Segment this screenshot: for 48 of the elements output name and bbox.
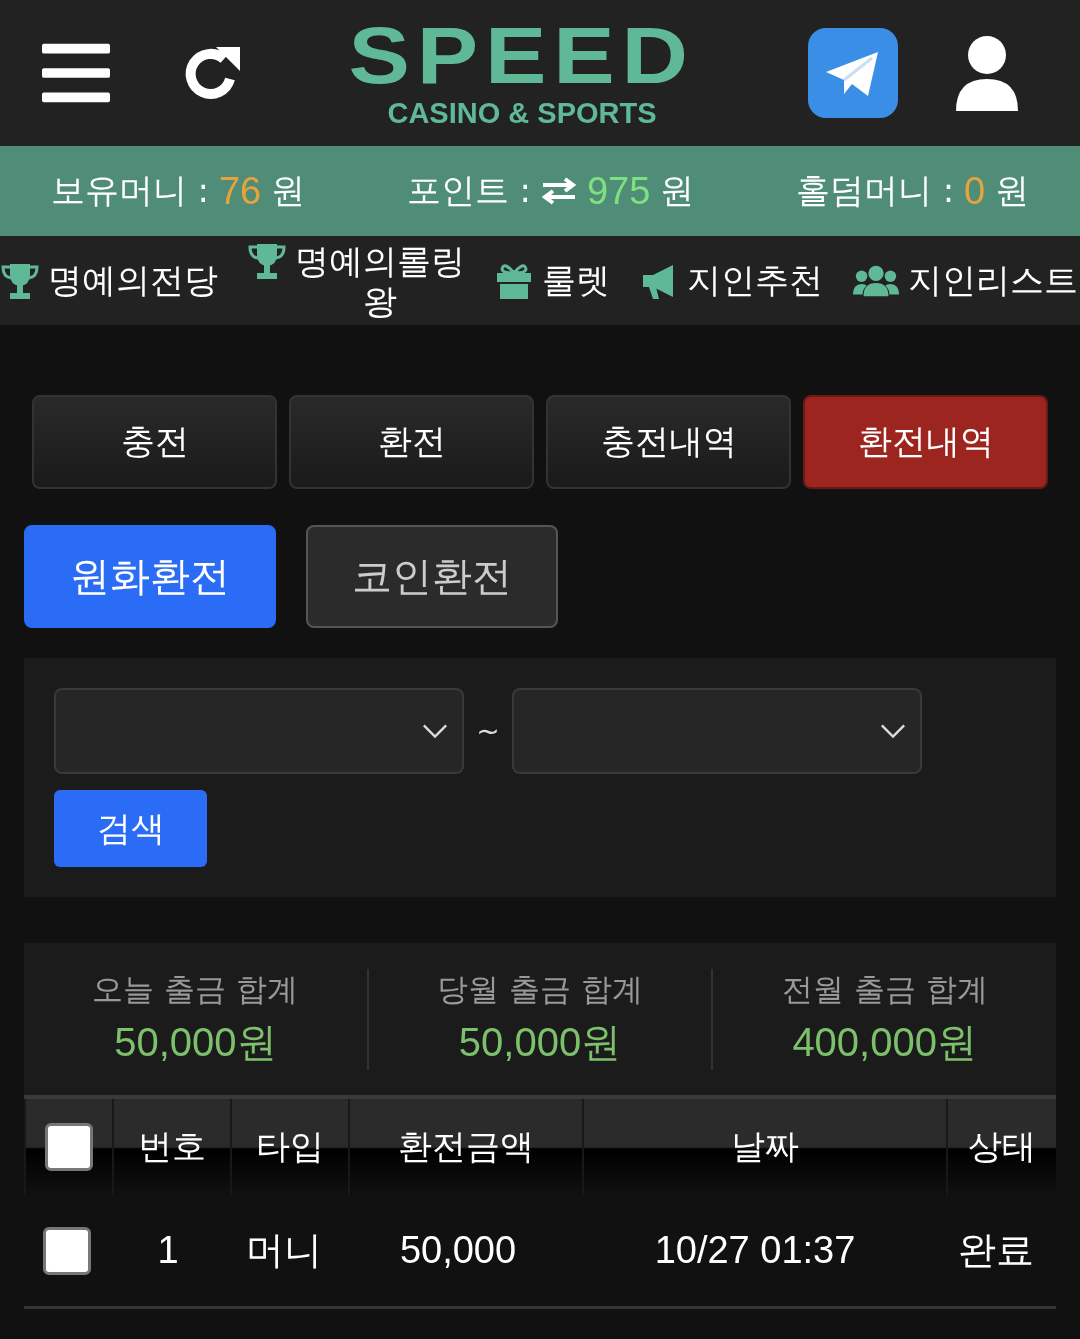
range-separator: ~	[476, 714, 500, 748]
nav-link[interactable]: 명예의롤링왕	[295, 240, 465, 321]
paper-plane-icon[interactable]	[808, 28, 898, 118]
tab[interactable]: 원화환전	[24, 525, 276, 628]
tab[interactable]: 코인환전	[306, 525, 558, 628]
balance-label: 홀덤머니 :	[795, 169, 955, 212]
checkbox[interactable]	[45, 1123, 93, 1171]
nav-link[interactable]: 지인리스트	[908, 257, 1078, 304]
column-header: 상태	[968, 1125, 1036, 1168]
column-header: 번호	[138, 1125, 206, 1168]
user-icon[interactable]	[954, 35, 1020, 111]
chevron-icon	[422, 723, 448, 739]
nav-link[interactable]: 명예의전당	[48, 257, 218, 304]
tab[interactable]: 환전내역	[803, 395, 1048, 489]
tab[interactable]: 충전내역	[546, 395, 791, 489]
currency-unit: 원	[271, 169, 306, 212]
table-cell-text: 완료	[958, 1228, 1034, 1273]
column-header: 날짜	[731, 1125, 799, 1168]
table-cell-text: 머니	[246, 1228, 322, 1273]
summary-label: 전월 출금 합계	[781, 969, 988, 1009]
table-cell: 10/27 01:37	[654, 1229, 856, 1272]
summary-value: 400,000원	[792, 1018, 977, 1066]
tab[interactable]: 충전	[32, 395, 277, 489]
table-cell: 50,000	[399, 1229, 517, 1272]
currency-unit: 원	[660, 169, 695, 212]
checkbox[interactable]	[43, 1226, 91, 1275]
logo-title: SPEED	[348, 16, 696, 96]
summary-label: 오늘 출금 합계	[92, 969, 299, 1009]
nav-link[interactable]: 지인추천	[687, 257, 823, 304]
currency-unit: 원	[995, 169, 1030, 212]
summary-label: 당월 출금 합계	[437, 969, 643, 1009]
summary-value: 50,000원	[114, 1018, 277, 1066]
balance-value: 0	[964, 169, 986, 213]
column-header: 환전금액	[398, 1125, 534, 1168]
exchange-icon	[541, 177, 577, 205]
balance-value: 76	[219, 169, 262, 213]
nav-link[interactable]: 룰렛	[542, 257, 610, 304]
logo-subtitle: CASINO & SPORTS	[387, 96, 657, 130]
search-button[interactable]: 검색	[54, 790, 207, 867]
chevron-icon	[880, 723, 906, 739]
table-cell: 1	[157, 1229, 179, 1272]
tab[interactable]: 환전	[289, 395, 534, 489]
balance-label: 보유머니 :	[50, 169, 209, 212]
balance-value: 975	[587, 169, 651, 213]
balance-label: 포인트 :	[406, 169, 531, 212]
column-header: 타입	[256, 1125, 324, 1168]
menu-icon[interactable]	[42, 43, 110, 103]
summary-value: 50,000원	[458, 1018, 622, 1066]
